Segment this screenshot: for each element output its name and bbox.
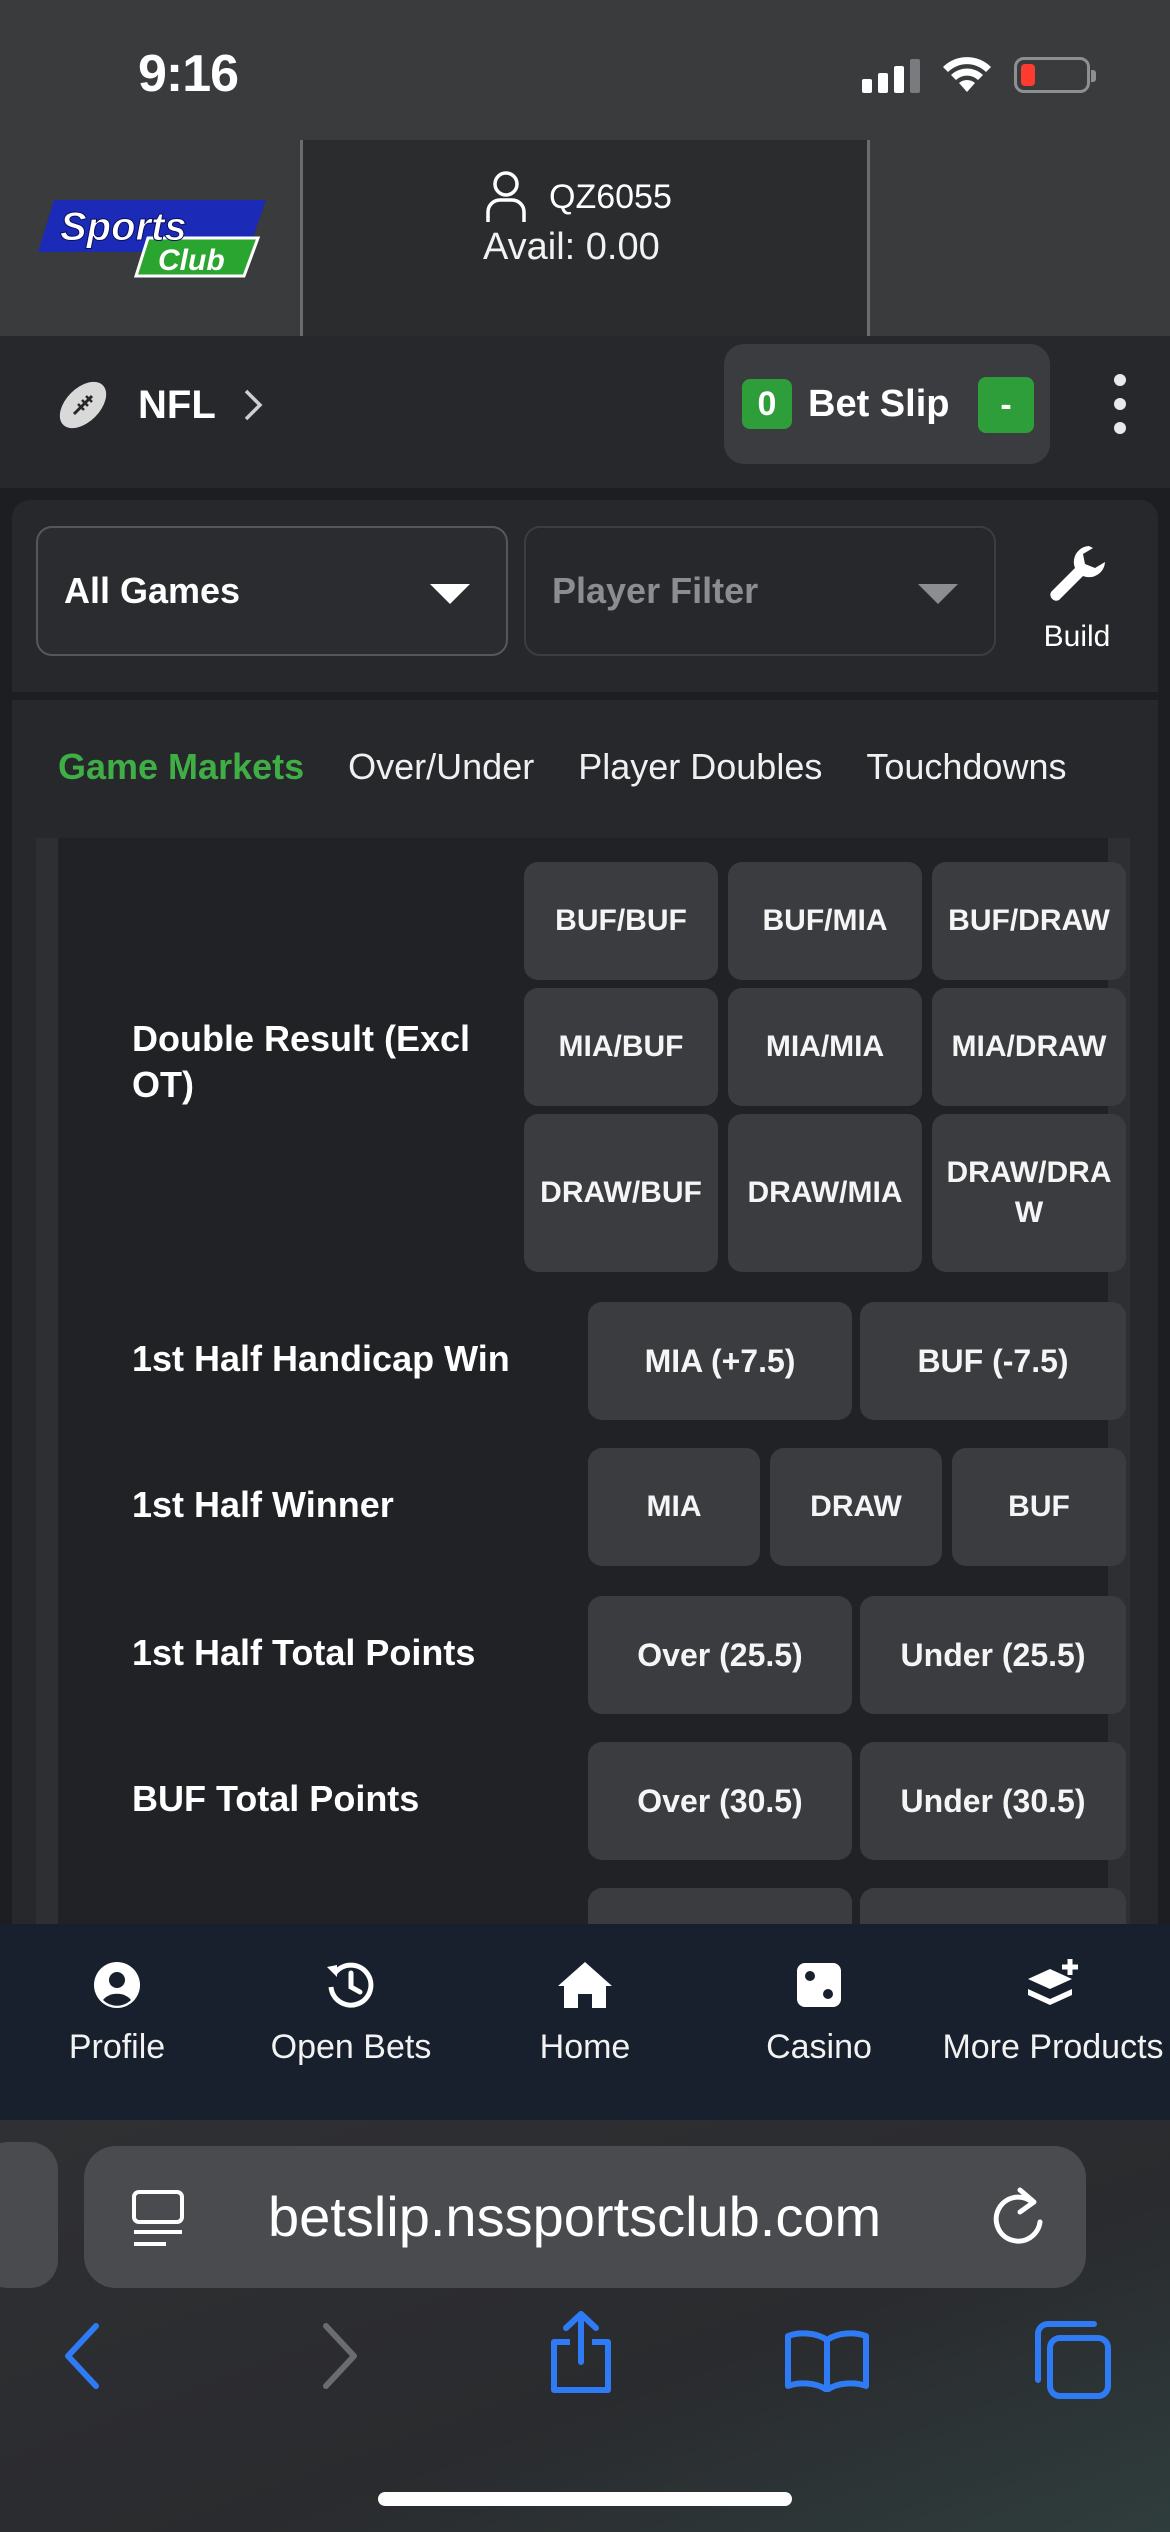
caret-down-icon <box>918 584 958 604</box>
league-selector[interactable]: NFL <box>54 376 264 434</box>
url-text: betslip.nssportsclub.com <box>268 2185 882 2248</box>
history-icon <box>327 1962 374 2008</box>
status-time: 9:16 <box>138 45 239 103</box>
odds-button-buf-draw[interactable]: BUF/DRAW <box>932 862 1126 980</box>
nav-casino[interactable]: Casino <box>702 1924 936 2120</box>
tab-touchdowns[interactable]: Touchdowns <box>866 746 1066 788</box>
football-icon <box>59 381 107 429</box>
username: QZ6055 <box>549 177 672 216</box>
markets-list[interactable]: Double Result (Excl OT) BUF/BUF BUF/MIA … <box>12 838 1158 1924</box>
market-tabs: Game Markets Over/Under Player Doubles T… <box>12 700 1158 838</box>
odds-button-next-row[interactable] <box>588 1888 852 1924</box>
nav-home[interactable]: Home <box>468 1924 702 2120</box>
tabs-icon[interactable] <box>1032 2320 1112 2400</box>
build-label: Build <box>1043 620 1111 653</box>
available-balance: Avail: 0.00 <box>483 226 660 268</box>
signal-icon <box>862 57 920 93</box>
user-icon <box>486 171 526 222</box>
odds-button-1h-over[interactable]: Over (25.5) <box>588 1596 852 1714</box>
wifi-icon <box>943 57 991 92</box>
nav-open-bets-label: Open Bets <box>270 2028 432 2066</box>
caret-down-icon <box>430 584 470 604</box>
profile-icon <box>94 1962 140 2008</box>
nav-more-products[interactable]: More Products <box>936 1924 1170 2120</box>
odds-button-buf-over[interactable]: Over (30.5) <box>588 1742 852 1860</box>
browser-chrome: betslip.nssportsclub.com <box>0 2120 1170 2532</box>
markets-scroll-area: Double Result (Excl OT) BUF/BUF BUF/MIA … <box>36 838 1130 1924</box>
odds-button-1h-buf[interactable]: BUF <box>952 1448 1126 1566</box>
player-filter-dropdown[interactable]: Player Filter <box>524 526 996 656</box>
app-header: 9:16 Sports Club QZ6055 Avail: 0.00 <box>0 0 1170 336</box>
tab-game-markets[interactable]: Game Markets <box>58 746 304 788</box>
bottom-nav: Profile Open Bets Home Casino More Produ… <box>0 1924 1170 2120</box>
bet-slip-label: Bet Slip <box>808 382 950 425</box>
odds-button-buf-buf[interactable]: BUF/BUF <box>524 862 718 980</box>
nav-more-products-label: More Products <box>942 2028 1164 2066</box>
more-products-icon <box>1028 1959 1078 2005</box>
odds-button-mia-buf[interactable]: MIA/BUF <box>524 988 718 1106</box>
odds-button-buf-under[interactable]: Under (30.5) <box>860 1742 1126 1860</box>
nav-open-bets[interactable]: Open Bets <box>234 1924 468 2120</box>
odds-button-draw-buf[interactable]: DRAW/BUF <box>524 1114 718 1272</box>
svg-text:Club: Club <box>158 244 225 277</box>
market-label-double-result: Double Result (Excl OT) <box>132 1018 471 1105</box>
odds-button-buf-mia[interactable]: BUF/MIA <box>728 862 922 980</box>
share-icon[interactable] <box>548 2310 614 2394</box>
odds-button-1h-under[interactable]: Under (25.5) <box>860 1596 1126 1714</box>
account-panel[interactable]: QZ6055 Avail: 0.00 <box>300 140 870 336</box>
nav-home-label: Home <box>539 2028 631 2066</box>
odds-button-mia-draw[interactable]: MIA/DRAW <box>932 988 1126 1106</box>
back-icon[interactable] <box>60 2320 104 2392</box>
page-menu-icon <box>132 2190 184 2246</box>
sports-club-logo: Sports Club <box>38 200 266 278</box>
bet-slip-button[interactable]: 0 Bet Slip - <box>724 344 1050 464</box>
odds-button-1h-draw[interactable]: DRAW <box>770 1448 942 1566</box>
reload-icon[interactable] <box>990 2186 1046 2248</box>
odds-button-draw-mia[interactable]: DRAW/MIA <box>728 1114 922 1272</box>
market-label-1st-half-handicap: 1st Half Handicap Win <box>132 1338 510 1379</box>
bet-slip-toggle[interactable]: - <box>978 377 1034 433</box>
battery-low-icon <box>1014 57 1096 93</box>
odds-button-next-row[interactable] <box>860 1888 1126 1924</box>
nav-profile-label: Profile <box>68 2028 166 2066</box>
home-indicator[interactable] <box>378 2492 792 2506</box>
odds-button-1h-mia[interactable]: MIA <box>588 1448 760 1566</box>
svg-text:Sports: Sports <box>60 205 187 249</box>
nav-profile[interactable]: Profile <box>0 1924 234 2120</box>
bookmarks-icon[interactable] <box>784 2328 870 2392</box>
account-row: QZ6055 <box>485 170 672 224</box>
player-filter-placeholder: Player Filter <box>552 570 759 611</box>
status-icons <box>862 56 1096 94</box>
wrench-icon <box>1050 546 1105 601</box>
odds-button-mia-mia[interactable]: MIA/MIA <box>728 988 922 1106</box>
filter-panel: All Games Player Filter Build <box>12 500 1158 692</box>
market-label-buf-total: BUF Total Points <box>132 1778 420 1819</box>
games-dropdown[interactable]: All Games <box>36 526 508 656</box>
tab-player-doubles[interactable]: Player Doubles <box>578 746 822 788</box>
previous-tab-preview[interactable] <box>0 2142 58 2288</box>
games-dropdown-value: All Games <box>64 570 241 611</box>
chevron-right-icon <box>244 389 263 421</box>
nav-casino-label: Casino <box>766 2028 872 2066</box>
market-label-1st-half-winner: 1st Half Winner <box>132 1484 394 1525</box>
market-label-1st-half-total: 1st Half Total Points <box>132 1632 476 1673</box>
address-bar[interactable]: betslip.nssportsclub.com <box>84 2146 1086 2288</box>
home-icon <box>558 1962 612 2008</box>
odds-button-mia-handicap[interactable]: MIA (+7.5) <box>588 1302 852 1420</box>
forward-icon[interactable] <box>318 2320 362 2392</box>
bet-slip-count: 0 <box>742 379 792 429</box>
more-options-icon[interactable] <box>1114 374 1126 434</box>
dice-icon <box>797 1963 841 2007</box>
league-name: NFL <box>138 382 216 427</box>
tab-over-under[interactable]: Over/Under <box>348 746 534 788</box>
league-bar: NFL 0 Bet Slip - <box>0 336 1170 488</box>
odds-button-buf-handicap[interactable]: BUF (-7.5) <box>860 1302 1126 1420</box>
build-button[interactable]: Build <box>1022 542 1132 654</box>
odds-button-draw-draw[interactable]: DRAW/DRAW <box>932 1114 1126 1272</box>
